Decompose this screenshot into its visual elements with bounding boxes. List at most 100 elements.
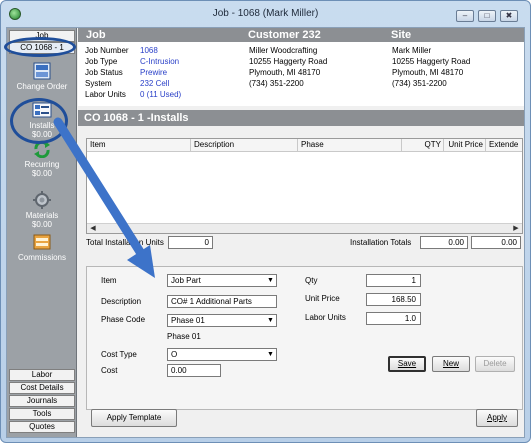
job-number-link[interactable]: 1068 [140,46,158,55]
customer-address: 10255 Haggerty Road [249,57,328,66]
phase-description: Phase 01 [167,332,201,341]
nav-item-sub: $0.00 [31,220,53,229]
apply-button-label: Apply [486,413,507,422]
installation-extended-total-field: 0.00 [471,236,521,249]
site-name: Mark Miller [392,46,432,55]
cost-type-select[interactable]: O ▼ [167,348,277,361]
client-area: Job CO 1068 - 1 Change Order Installs $0… [6,27,525,438]
apply-template-button[interactable]: Apply Template [91,409,177,427]
header-band: Job Customer 232 Site [78,28,524,42]
grid-horizontal-scrollbar[interactable]: ◀ ▶ [87,223,522,233]
apply-button[interactable]: Apply [476,409,518,427]
phase-code-select[interactable]: Phase 01 ▼ [167,314,277,327]
chevron-down-icon[interactable]: ▼ [266,316,275,325]
column-unit-price[interactable]: Unit Price [444,139,486,151]
customer-name: Miller Woodcrafting [249,46,318,55]
install-edit-panel: Item Job Part ▼ Description CO# 1 Additi… [86,266,523,410]
customer-section-title: Customer 232 [248,29,321,41]
maximize-button[interactable]: □ [478,10,496,22]
job-status-link[interactable]: Prewire [140,68,167,77]
scroll-left-icon[interactable]: ◀ [88,224,98,233]
system-link[interactable]: 232 Cell [140,79,169,88]
grid-header: Item Description Phase QTY Unit Price Ex… [87,139,522,152]
nav-item-recurring[interactable]: Recurring $0.00 [7,140,77,178]
highlight-circle [10,98,68,144]
column-description[interactable]: Description [191,139,298,151]
title-bar[interactable]: Job - 1068 (Mark Miller) ‒ □ ✖ [1,1,530,27]
site-phone: (734) 351-2200 [392,79,447,88]
change-order-icon [33,62,51,80]
qty-label: Qty [305,276,318,285]
nav-tab-quotes[interactable]: Quotes [9,421,75,433]
column-extended[interactable]: Extende [486,139,522,151]
nav-tab-journals[interactable]: Journals [9,395,75,407]
new-button[interactable]: New [432,356,470,372]
chevron-down-icon[interactable]: ▼ [266,276,275,285]
job-window: Job - 1068 (Mark Miller) ‒ □ ✖ Job CO 10… [0,0,531,443]
commissions-icon [33,234,51,250]
column-qty[interactable]: QTY [402,139,444,151]
highlight-circle [4,37,76,57]
installs-title: CO 1068 - 1 -Installs [84,112,189,124]
materials-icon [33,191,51,209]
installs-band: CO 1068 - 1 -Installs [78,110,524,126]
cost-input[interactable]: 0.00 [167,364,221,377]
column-phase[interactable]: Phase [298,139,402,151]
nav-tab-cost-details[interactable]: Cost Details [9,382,75,394]
description-label: Description [101,297,142,306]
labor-units-label: Labor Units [85,90,126,99]
nav-item-change-order[interactable]: Change Order [7,62,77,91]
phase-code-select-value: Phase 01 [171,316,205,325]
labor-units-field-label: Labor Units [305,313,346,322]
customer-phone: (734) 351-2200 [249,79,304,88]
nav-tab-labor[interactable]: Labor [9,369,75,381]
nav-item-sub: $0.00 [31,169,53,178]
description-input[interactable]: CO# 1 Additional Parts [167,295,277,308]
nav-item-label: Materials [25,211,59,220]
job-info: Job Number Job Type Job Status System La… [78,42,524,106]
job-type-label: Job Type [85,57,118,66]
close-button[interactable]: ✖ [500,10,518,22]
installation-total-field: 0.00 [420,236,468,249]
column-item[interactable]: Item [87,139,191,151]
job-type-link[interactable]: C-Intrusion [140,57,179,66]
cost-type-label: Cost Type [101,350,137,359]
installation-totals-label: Installation Totals [350,238,412,247]
qty-input[interactable]: 1 [366,274,421,287]
nav-item-materials[interactable]: Materials $0.00 [7,191,77,229]
nav-item-label: Commissions [17,253,66,262]
nav-item-commissions[interactable]: Commissions [7,233,77,262]
new-button-label: New [442,359,459,368]
job-status-label: Job Status [85,68,123,77]
system-label: System [85,79,112,88]
labor-units-input[interactable]: 1.0 [366,312,421,325]
installs-grid[interactable]: Item Description Phase QTY Unit Price Ex… [86,138,523,234]
total-units-label: Total Installation Units [86,238,164,247]
chevron-down-icon[interactable]: ▼ [266,350,275,359]
unit-price-label: Unit Price [305,294,340,303]
nav-item-label: Change Order [16,82,68,91]
scroll-right-icon[interactable]: ▶ [511,224,521,233]
minimize-button[interactable]: ‒ [456,10,474,22]
site-section-title: Site [391,29,412,41]
window-title: Job - 1068 (Mark Miller) [212,8,319,19]
save-button[interactable]: Save [388,356,426,372]
cost-label: Cost [101,366,118,375]
phase-code-label: Phase Code [101,315,146,324]
cost-type-select-value: O [171,350,178,359]
nav-tab-tools[interactable]: Tools [9,408,75,420]
save-button-label: Save [397,359,417,368]
item-label: Item [101,276,117,285]
delete-button[interactable]: Delete [475,356,515,372]
unit-price-input[interactable]: 168.50 [366,293,421,306]
site-address: 10255 Haggerty Road [392,57,471,66]
total-units-field: 0 [168,236,213,249]
nav-item-label: Recurring [24,160,60,169]
left-nav: Job CO 1068 - 1 Change Order Installs $0… [7,28,77,437]
job-section-title: Job [86,29,106,41]
item-select[interactable]: Job Part ▼ [167,274,277,287]
labor-units-link[interactable]: 0 (11 Used) [140,90,181,99]
customer-city: Plymouth, MI 48170 [249,68,321,77]
item-select-value: Job Part [171,276,201,285]
job-number-label: Job Number [85,46,129,55]
